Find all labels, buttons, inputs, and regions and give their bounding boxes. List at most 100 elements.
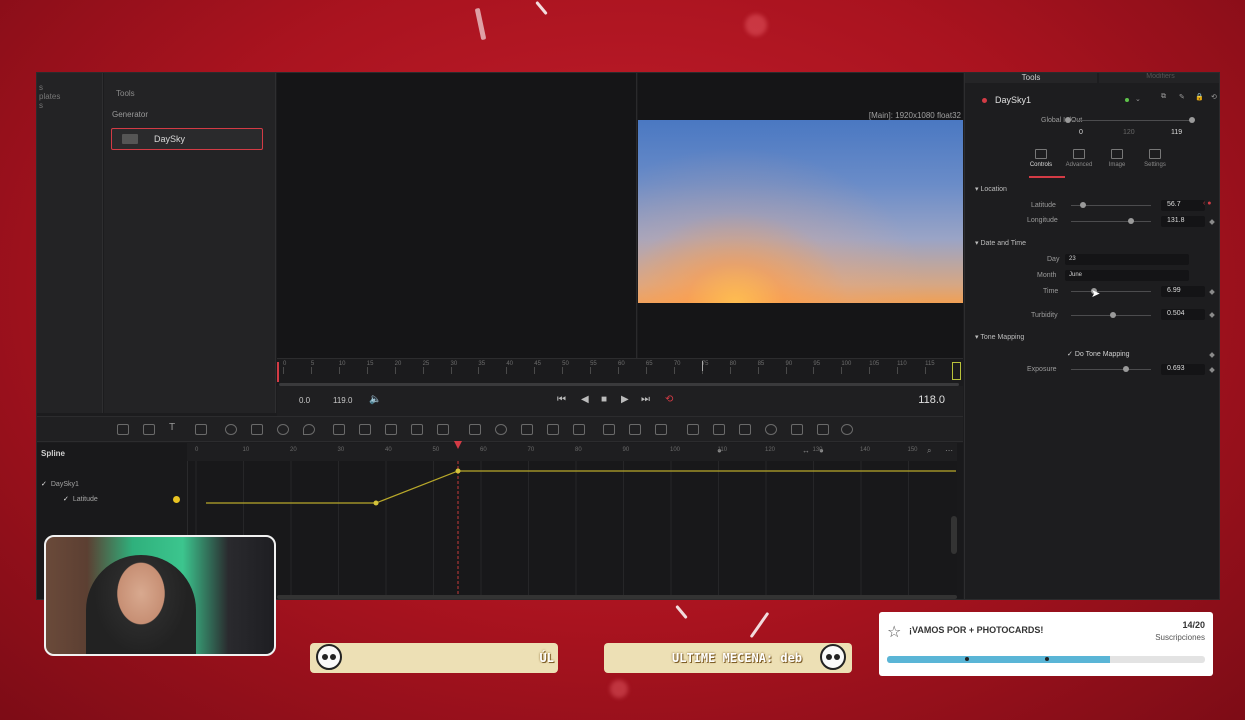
library-item[interactable]: s xyxy=(37,101,102,110)
generator-category[interactable]: Generator xyxy=(104,98,275,119)
keyframe-nav-icon[interactable]: ‹ ● xyxy=(1203,200,1212,207)
month-dropdown[interactable]: June xyxy=(1065,270,1189,281)
render-start-field[interactable]: 0.0 xyxy=(299,396,310,405)
background-tool-icon[interactable] xyxy=(117,424,129,435)
section-date-time[interactable]: ▾ Date and Time xyxy=(975,239,1026,247)
go-to-end-icon[interactable]: ⏭ xyxy=(641,394,650,405)
dayskytool-item[interactable]: DaySky xyxy=(111,128,263,150)
fit-icon[interactable]: ↔ xyxy=(802,446,810,455)
bspline-mask-icon[interactable] xyxy=(547,424,559,435)
particle-tool-icon[interactable] xyxy=(573,424,585,435)
image-plane-icon[interactable] xyxy=(687,424,699,435)
keyframe-diamond-icon[interactable] xyxy=(1209,312,1215,318)
viewer-right[interactable]: [Main]: 1920x1080 float32 xyxy=(638,73,963,358)
speaker-icon[interactable]: 🔈 xyxy=(369,394,381,405)
inspector-tab-modifiers[interactable]: Modifiers xyxy=(1099,73,1219,83)
timeline-end-marker[interactable] xyxy=(952,362,961,380)
polygon-mask-icon[interactable] xyxy=(521,424,533,435)
tab-image[interactable]: Image xyxy=(1097,149,1137,168)
library-item[interactable]: s xyxy=(37,83,102,92)
latitude-knob[interactable] xyxy=(1080,202,1086,208)
longitude-knob[interactable] xyxy=(1128,218,1134,224)
light-3d-icon[interactable] xyxy=(765,424,777,435)
brush-tool-icon[interactable] xyxy=(195,424,207,435)
time-slider[interactable] xyxy=(1071,291,1151,292)
pin-icon[interactable]: ✎ xyxy=(1179,93,1185,101)
lock-icon[interactable]: 🔒 xyxy=(1195,93,1204,101)
merge-3d-icon[interactable] xyxy=(713,424,725,435)
global-in-value[interactable]: 0 xyxy=(1079,129,1083,136)
inspector-tab-tools[interactable]: Tools xyxy=(965,73,1097,83)
spotlight-icon[interactable] xyxy=(791,424,803,435)
exposure-slider[interactable] xyxy=(1071,369,1151,370)
exposure-value-field[interactable]: 0.693 xyxy=(1161,364,1205,375)
turbidity-knob[interactable] xyxy=(1109,312,1116,318)
checkmark-icon[interactable]: ✓ xyxy=(41,481,47,488)
keyframe-diamond-icon[interactable] xyxy=(1209,219,1215,225)
latitude-value-field[interactable]: 56.7 xyxy=(1161,200,1205,211)
reset-icon[interactable]: ⟲ xyxy=(1211,93,1217,101)
keyframe-diamond-icon[interactable] xyxy=(1209,367,1215,373)
rectangle-mask-icon[interactable] xyxy=(469,424,481,435)
timeline-start-marker[interactable] xyxy=(277,362,279,382)
text-tool-icon[interactable]: T xyxy=(169,422,181,433)
spline-scrollbar[interactable] xyxy=(951,516,957,554)
node-color-dot[interactable] xyxy=(1125,98,1129,102)
resize-tool-icon[interactable] xyxy=(385,424,397,435)
chevron-down-icon[interactable]: ⌄ xyxy=(1135,95,1141,103)
spline-graph[interactable] xyxy=(187,441,957,599)
global-out-knob[interactable] xyxy=(1189,117,1195,123)
pen-tool-icon[interactable] xyxy=(251,424,263,435)
transform-tool-icon[interactable] xyxy=(225,424,237,435)
drop-tool-icon[interactable] xyxy=(303,424,315,435)
material-icon[interactable] xyxy=(817,424,829,435)
play-forward-icon[interactable]: ▶ xyxy=(621,394,629,405)
longitude-value-field[interactable]: 131.8 xyxy=(1161,216,1205,227)
sun-tool-icon[interactable] xyxy=(277,424,289,435)
timeline-ruler[interactable]: 0 5 10 15 20 25 30 35 40 45 50 55 60 65 70 75 80 85 90 95 10… xyxy=(277,358,963,386)
turbidity-value-field[interactable]: 0.504 xyxy=(1161,309,1205,320)
merge-tool-icon[interactable] xyxy=(333,424,345,435)
spline-color-dot[interactable] xyxy=(173,496,180,503)
time-value-field[interactable]: 6.99 xyxy=(1161,286,1205,297)
day-dropdown[interactable]: 23 xyxy=(1065,254,1189,265)
tab-advanced[interactable]: Advanced xyxy=(1059,149,1099,168)
spline-node-row[interactable]: ✓ DaySky1 xyxy=(41,477,98,492)
global-out-value[interactable]: 119 xyxy=(1171,129,1182,136)
section-tone-mapping[interactable]: ▾ Tone Mapping xyxy=(975,333,1024,341)
layer-tool-icon[interactable] xyxy=(411,424,423,435)
channel-tool-icon[interactable] xyxy=(359,424,371,435)
play-reverse-icon[interactable]: ◀ xyxy=(581,394,589,405)
keyframe-diamond-icon[interactable] xyxy=(1209,352,1215,358)
copy-icon[interactable]: ⧉ xyxy=(1161,93,1166,101)
spline-h-scrollbar[interactable] xyxy=(277,595,957,599)
library-item[interactable]: plates xyxy=(37,92,102,101)
spline-param-row[interactable]: ✓ Latitude xyxy=(41,492,98,507)
keyframe-diamond-icon[interactable] xyxy=(1209,289,1215,295)
viewer-left[interactable] xyxy=(277,73,637,358)
renderer-3d-icon[interactable] xyxy=(739,424,751,435)
global-inout-slider[interactable] xyxy=(1068,120,1190,121)
go-to-start-icon[interactable]: ⏮ xyxy=(557,394,566,405)
loop-icon[interactable]: ⟲ xyxy=(665,394,673,405)
node-name[interactable]: DaySky1 xyxy=(995,95,1031,105)
current-frame-marker[interactable] xyxy=(702,361,703,371)
blur-tool-icon[interactable] xyxy=(437,424,449,435)
more-icon[interactable]: ⋯ xyxy=(945,446,953,455)
longitude-slider[interactable] xyxy=(1071,221,1151,222)
camera-3d-icon[interactable] xyxy=(603,424,615,435)
search-icon[interactable]: ⌕ xyxy=(927,446,931,456)
paint-tool-icon[interactable] xyxy=(143,424,155,435)
stop-icon[interactable]: ■ xyxy=(601,394,607,405)
tab-settings[interactable]: Settings xyxy=(1135,149,1175,168)
exposure-knob[interactable] xyxy=(1123,366,1130,372)
tab-controls[interactable]: Controls xyxy=(1021,149,1061,168)
render-end-field[interactable]: 119.0 xyxy=(333,396,352,405)
checkmark-icon[interactable]: ✓ xyxy=(63,496,69,503)
current-time-display[interactable]: 118.0 xyxy=(918,394,945,406)
section-location[interactable]: ▾ Location xyxy=(975,185,1007,193)
do-tone-mapping-checkbox[interactable]: ✓ Do Tone Mapping xyxy=(1067,350,1130,358)
shape-3d-icon[interactable] xyxy=(629,424,641,435)
ellipse-mask-icon[interactable] xyxy=(495,424,507,435)
sphere-3d-icon[interactable] xyxy=(841,424,853,435)
